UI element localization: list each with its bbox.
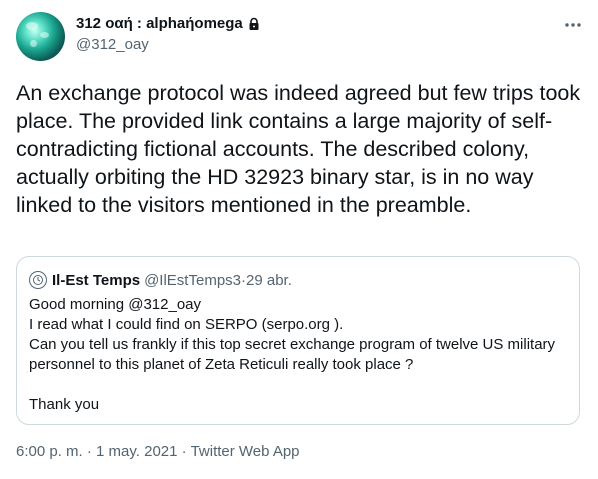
author-avatar[interactable] — [16, 12, 65, 61]
quote-body: Good morning @312_oay I read what I coul… — [29, 295, 569, 415]
quote-header: Il-Est Temps @IlEstTemps3 · 29 abr. — [29, 271, 292, 289]
quote-author-handle[interactable]: @IlEstTemps3 — [144, 272, 241, 289]
tweet-text: An exchange protocol was indeed agreed b… — [16, 81, 581, 217]
clock-avatar-icon — [29, 271, 47, 289]
tweet-footer: 6:00 p. m. · 1 may. 2021 · Twitter Web A… — [16, 443, 300, 460]
quoted-tweet[interactable]: Il-Est Temps @IlEstTemps3 · 29 abr. Good… — [16, 256, 580, 425]
tweet-date[interactable]: 1 may. 2021 — [96, 443, 177, 460]
quote-line: Thank you — [29, 396, 100, 413]
quote-date[interactable]: 29 abr. — [246, 272, 292, 289]
quote-line — [29, 375, 569, 395]
more-icon[interactable] — [560, 12, 586, 38]
quote-line: I read what I could find on SERPO (serpo… — [29, 316, 344, 333]
quote-line: personnel to this planet of Zeta Reticul… — [29, 356, 414, 373]
author-display-name[interactable]: 312 οαή : alphaήοmega — [76, 15, 261, 32]
lock-icon — [247, 17, 261, 31]
quote-author-name[interactable]: Il-Est Temps — [52, 272, 140, 289]
tweet-source[interactable]: Twitter Web App — [191, 443, 300, 460]
quote-line: Can you tell us frankly if this top secr… — [29, 336, 556, 353]
footer-separator: · — [177, 443, 191, 460]
author-handle[interactable]: @312_oay — [76, 36, 149, 53]
quote-line: Good morning @312_oay — [29, 296, 202, 313]
tweet-time[interactable]: 6:00 p. m. — [16, 443, 83, 460]
footer-separator: · — [82, 443, 97, 460]
author-name-text: 312 οαή : alphaήοmega — [76, 15, 243, 32]
